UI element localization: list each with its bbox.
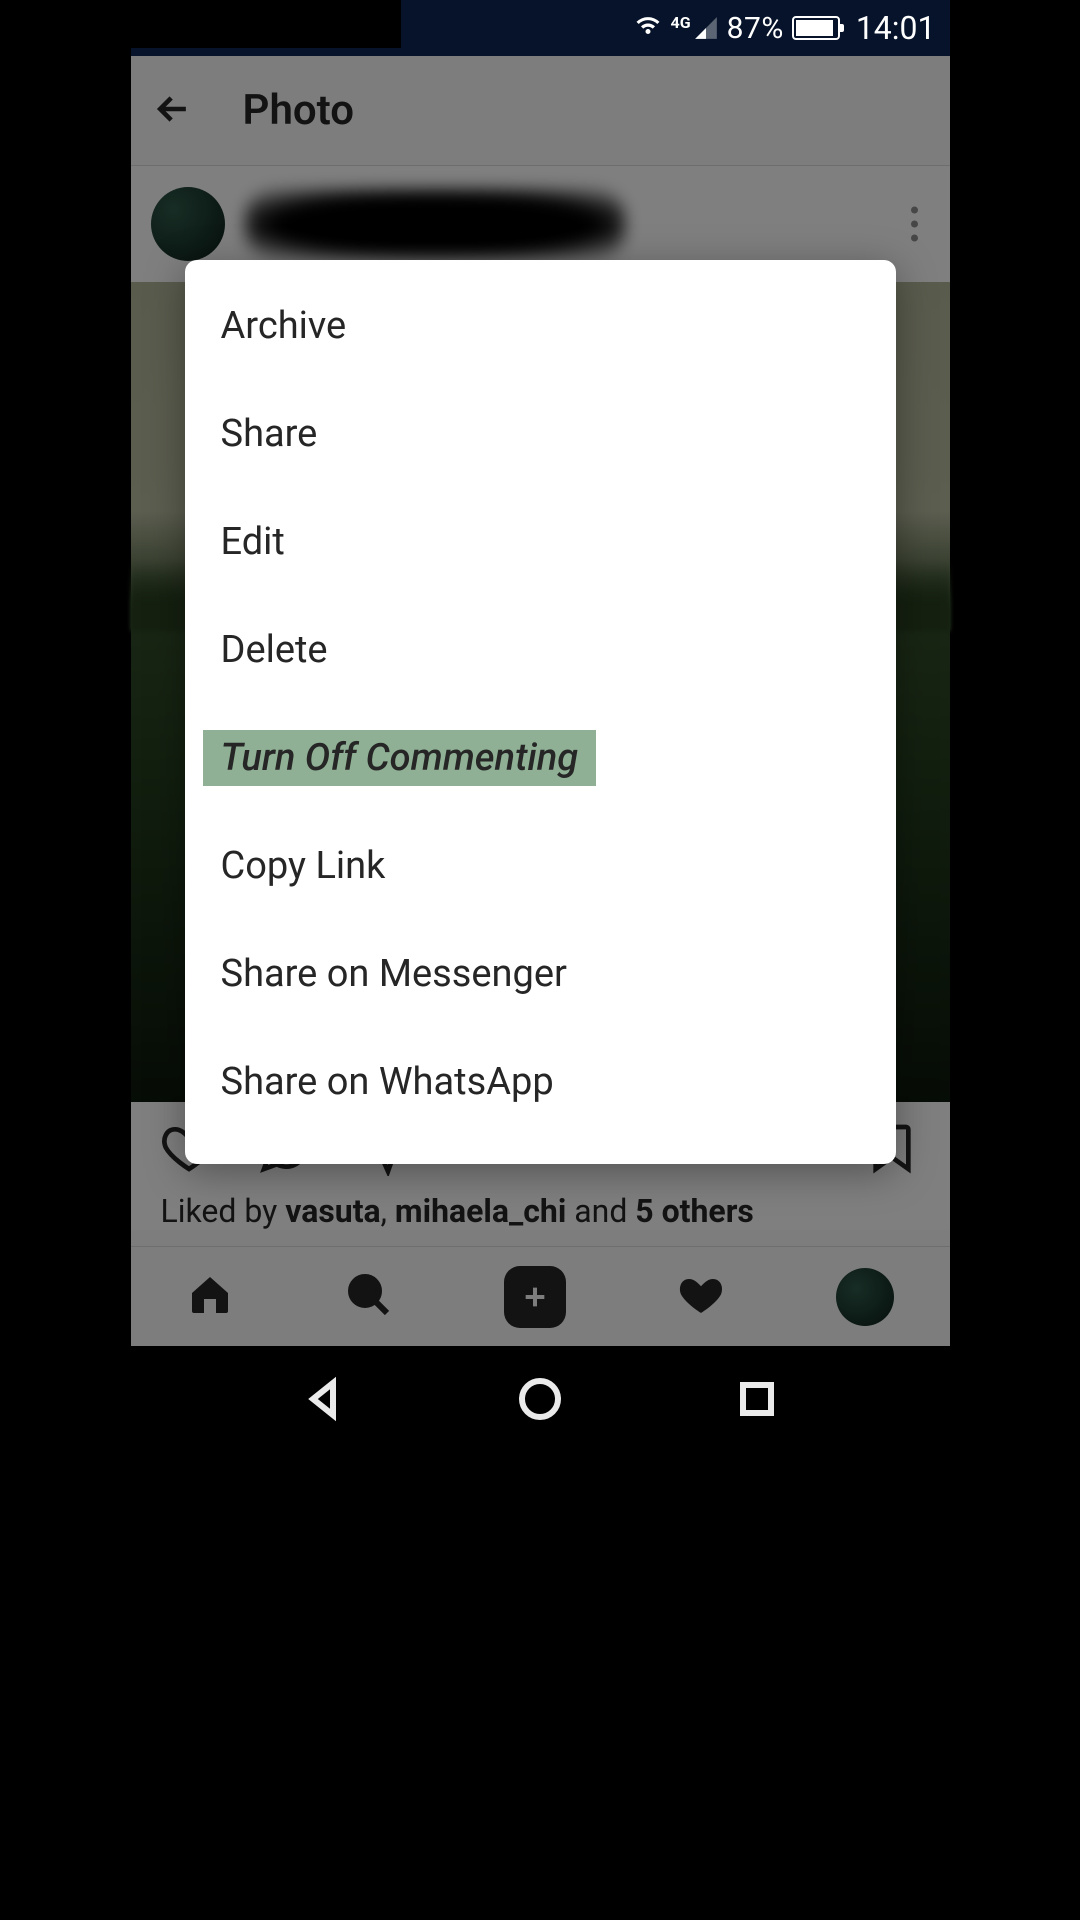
menu-item-edit[interactable]: Edit (185, 488, 896, 596)
cell-signal-icon: 4G (671, 15, 719, 41)
android-back-icon[interactable] (299, 1375, 347, 1427)
menu-item-delete[interactable]: Delete (185, 596, 896, 704)
android-nav-bar (131, 1346, 950, 1456)
menu-item-share-whatsapp[interactable]: Share on WhatsApp (185, 1028, 896, 1136)
menu-item-archive[interactable]: Archive (185, 272, 896, 380)
status-clock: 14:01 (856, 9, 936, 47)
menu-item-share-messenger[interactable]: Share on Messenger (185, 920, 896, 1028)
menu-item-turn-off-commenting[interactable]: Turn Off Commenting (203, 730, 597, 786)
post-options-modal: Archive Share Edit Delete Turn Off Comme… (185, 260, 896, 1164)
menu-item-copy-link[interactable]: Copy Link (185, 812, 896, 920)
android-recent-icon[interactable] (733, 1375, 781, 1427)
menu-item-turn-off-commenting-row[interactable]: Turn Off Commenting (185, 704, 896, 812)
android-home-icon[interactable] (516, 1375, 564, 1427)
android-status-bar: 4G 87% 14:01 (131, 0, 950, 56)
battery-percent: 87% (727, 11, 784, 46)
menu-item-share[interactable]: Share (185, 380, 896, 488)
battery-icon (792, 16, 840, 40)
status-bar-redaction (131, 0, 401, 48)
network-type: 4G (671, 15, 691, 31)
wifi-icon (633, 9, 663, 47)
